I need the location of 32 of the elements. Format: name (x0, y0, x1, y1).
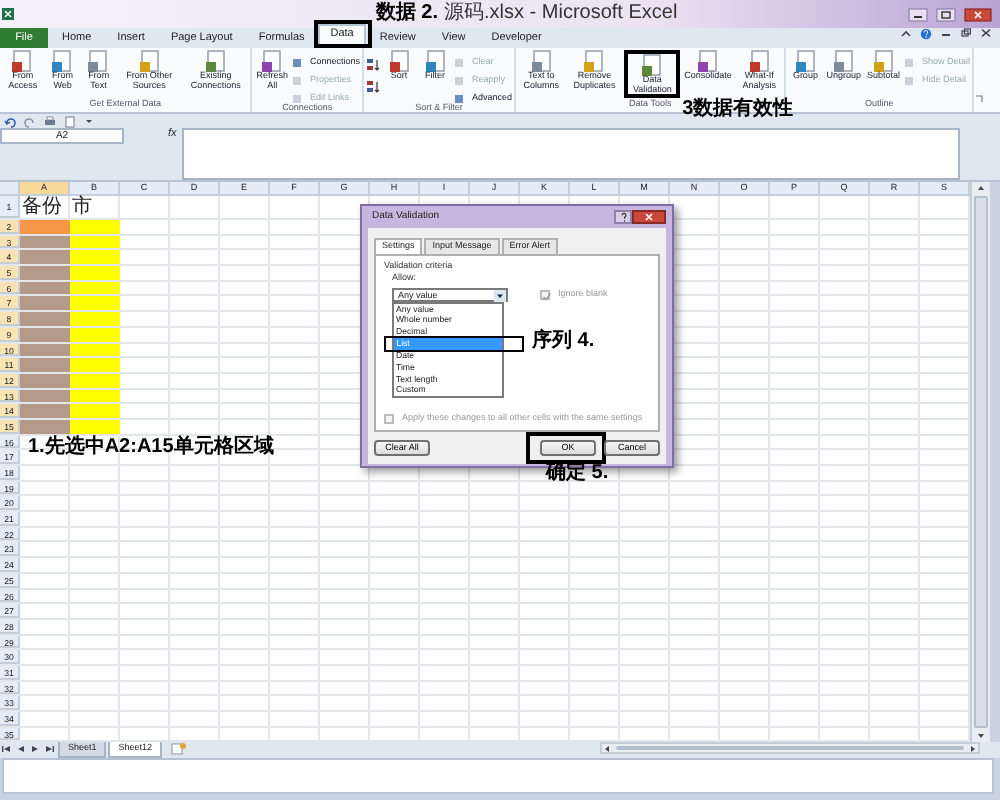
undo-icon[interactable] (4, 115, 16, 127)
dropdown-arrow-icon[interactable] (494, 289, 506, 301)
sort-ascending-icon[interactable] (366, 58, 381, 72)
sort-descending-icon[interactable] (366, 80, 381, 94)
first-sheet-icon[interactable] (0, 742, 14, 757)
collapse-ribbon-icon[interactable] (900, 28, 912, 38)
cell-text: 市 (70, 196, 92, 218)
annotation-text: 序列 4. (532, 332, 595, 353)
close-icon[interactable] (980, 28, 992, 38)
restore-icon[interactable] (960, 28, 972, 38)
annotation-text: 数据 2. (375, 2, 438, 24)
vertical-scrollbar[interactable] (970, 182, 990, 743)
maximize-icon[interactable] (936, 7, 956, 21)
scroll-right-icon[interactable] (968, 743, 978, 754)
annotation-text: 1.先选中A2:A15单元格区域 (28, 437, 274, 458)
spreadsheet-icon[interactable] (0, 6, 16, 22)
document-icon[interactable] (64, 115, 76, 127)
close-icon[interactable] (964, 7, 992, 21)
document-icon (640, 54, 665, 76)
next-sheet-icon[interactable] (28, 742, 42, 757)
help-icon[interactable] (920, 28, 932, 40)
annotation-text: 3数据有效性 (682, 100, 794, 120)
window-title: 源码.xlsx - Microsoft Excel (444, 2, 678, 26)
printer-icon[interactable] (44, 115, 56, 127)
formula-input[interactable] (182, 128, 961, 180)
help-icon[interactable] (619, 212, 627, 222)
previous-sheet-icon[interactable] (14, 742, 28, 757)
horizontal-scrollbar[interactable] (600, 742, 980, 755)
cell-text: 备份 (20, 196, 62, 218)
last-sheet-icon[interactable] (42, 742, 56, 757)
scroll-left-icon[interactable] (602, 743, 612, 754)
minimize-icon[interactable] (908, 7, 928, 21)
